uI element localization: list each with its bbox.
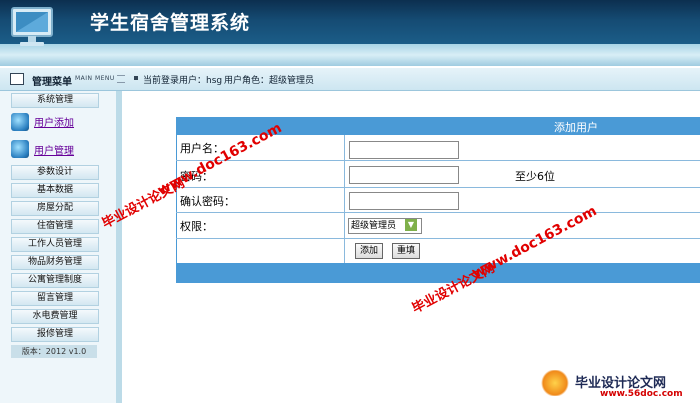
sidebar-item-rules[interactable]: 公寓管理制度 [11, 273, 99, 288]
form-row [176, 212, 700, 239]
sidebar-item-lodging[interactable]: 住宿管理 [11, 219, 99, 234]
sidebar-item-params[interactable]: 参数设计 [11, 165, 99, 180]
add-button[interactable]: 添加 [355, 243, 383, 259]
confirm-password-label: 确认密码： [180, 195, 235, 208]
form-column-divider [344, 135, 345, 263]
form-footer [176, 263, 700, 283]
reset-button[interactable]: 重填 [392, 243, 420, 259]
password-hint: 至少6位 [515, 170, 555, 183]
permission-label: 权限： [180, 220, 213, 233]
sidebar-item-system[interactable]: 系统管理 [11, 93, 99, 108]
menu-label: 管理菜单 [32, 77, 72, 88]
sidebar-link-add-user[interactable]: 用户添加 [34, 114, 74, 129]
app-title: 学生宿舍管理系统 [90, 12, 251, 34]
divider-icon [117, 75, 125, 83]
form-title: 添加用户 [554, 121, 598, 134]
bullet-icon [134, 76, 138, 80]
add-user-icon [11, 113, 29, 131]
sidebar-item-utility-fees[interactable]: 水电费管理 [11, 309, 99, 324]
sidebar-item-repairs[interactable]: 报修管理 [11, 327, 99, 342]
user-manage-icon [11, 140, 29, 158]
chevron-down-icon[interactable]: ▼ [405, 219, 417, 231]
confirm-password-input[interactable] [349, 192, 459, 210]
menu-icon [10, 73, 24, 85]
login-user-label: 当前登录用户：hsg [143, 76, 223, 86]
header-band [0, 44, 700, 66]
sidebar-link-user-manage[interactable]: 用户管理 [34, 142, 74, 157]
sidebar-item-basic-data[interactable]: 基本数据 [11, 183, 99, 198]
brand-logo-icon [540, 370, 570, 396]
sidebar-item-goods-finance[interactable]: 物品财务管理 [11, 255, 99, 270]
sidebar-item-room-assign[interactable]: 房屋分配 [11, 201, 99, 216]
version-label: 版本：2012 v1.0 [11, 345, 97, 358]
menu-sublabel: MAIN MENU [75, 75, 115, 82]
sidebar-item-messages[interactable]: 留言管理 [11, 291, 99, 306]
sidebar-item-staff[interactable]: 工作人员管理 [11, 237, 99, 252]
computer-logo-icon [6, 2, 62, 50]
brand-url: www.56doc.com [600, 389, 683, 399]
status-bar: 管理菜单 MAIN MENU 当前登录用户：hsg 用户角色：超级管理员 [0, 68, 700, 91]
username-input[interactable] [349, 141, 459, 159]
user-role-label: 用户角色：超级管理员 [224, 76, 315, 86]
password-input[interactable] [349, 166, 459, 184]
